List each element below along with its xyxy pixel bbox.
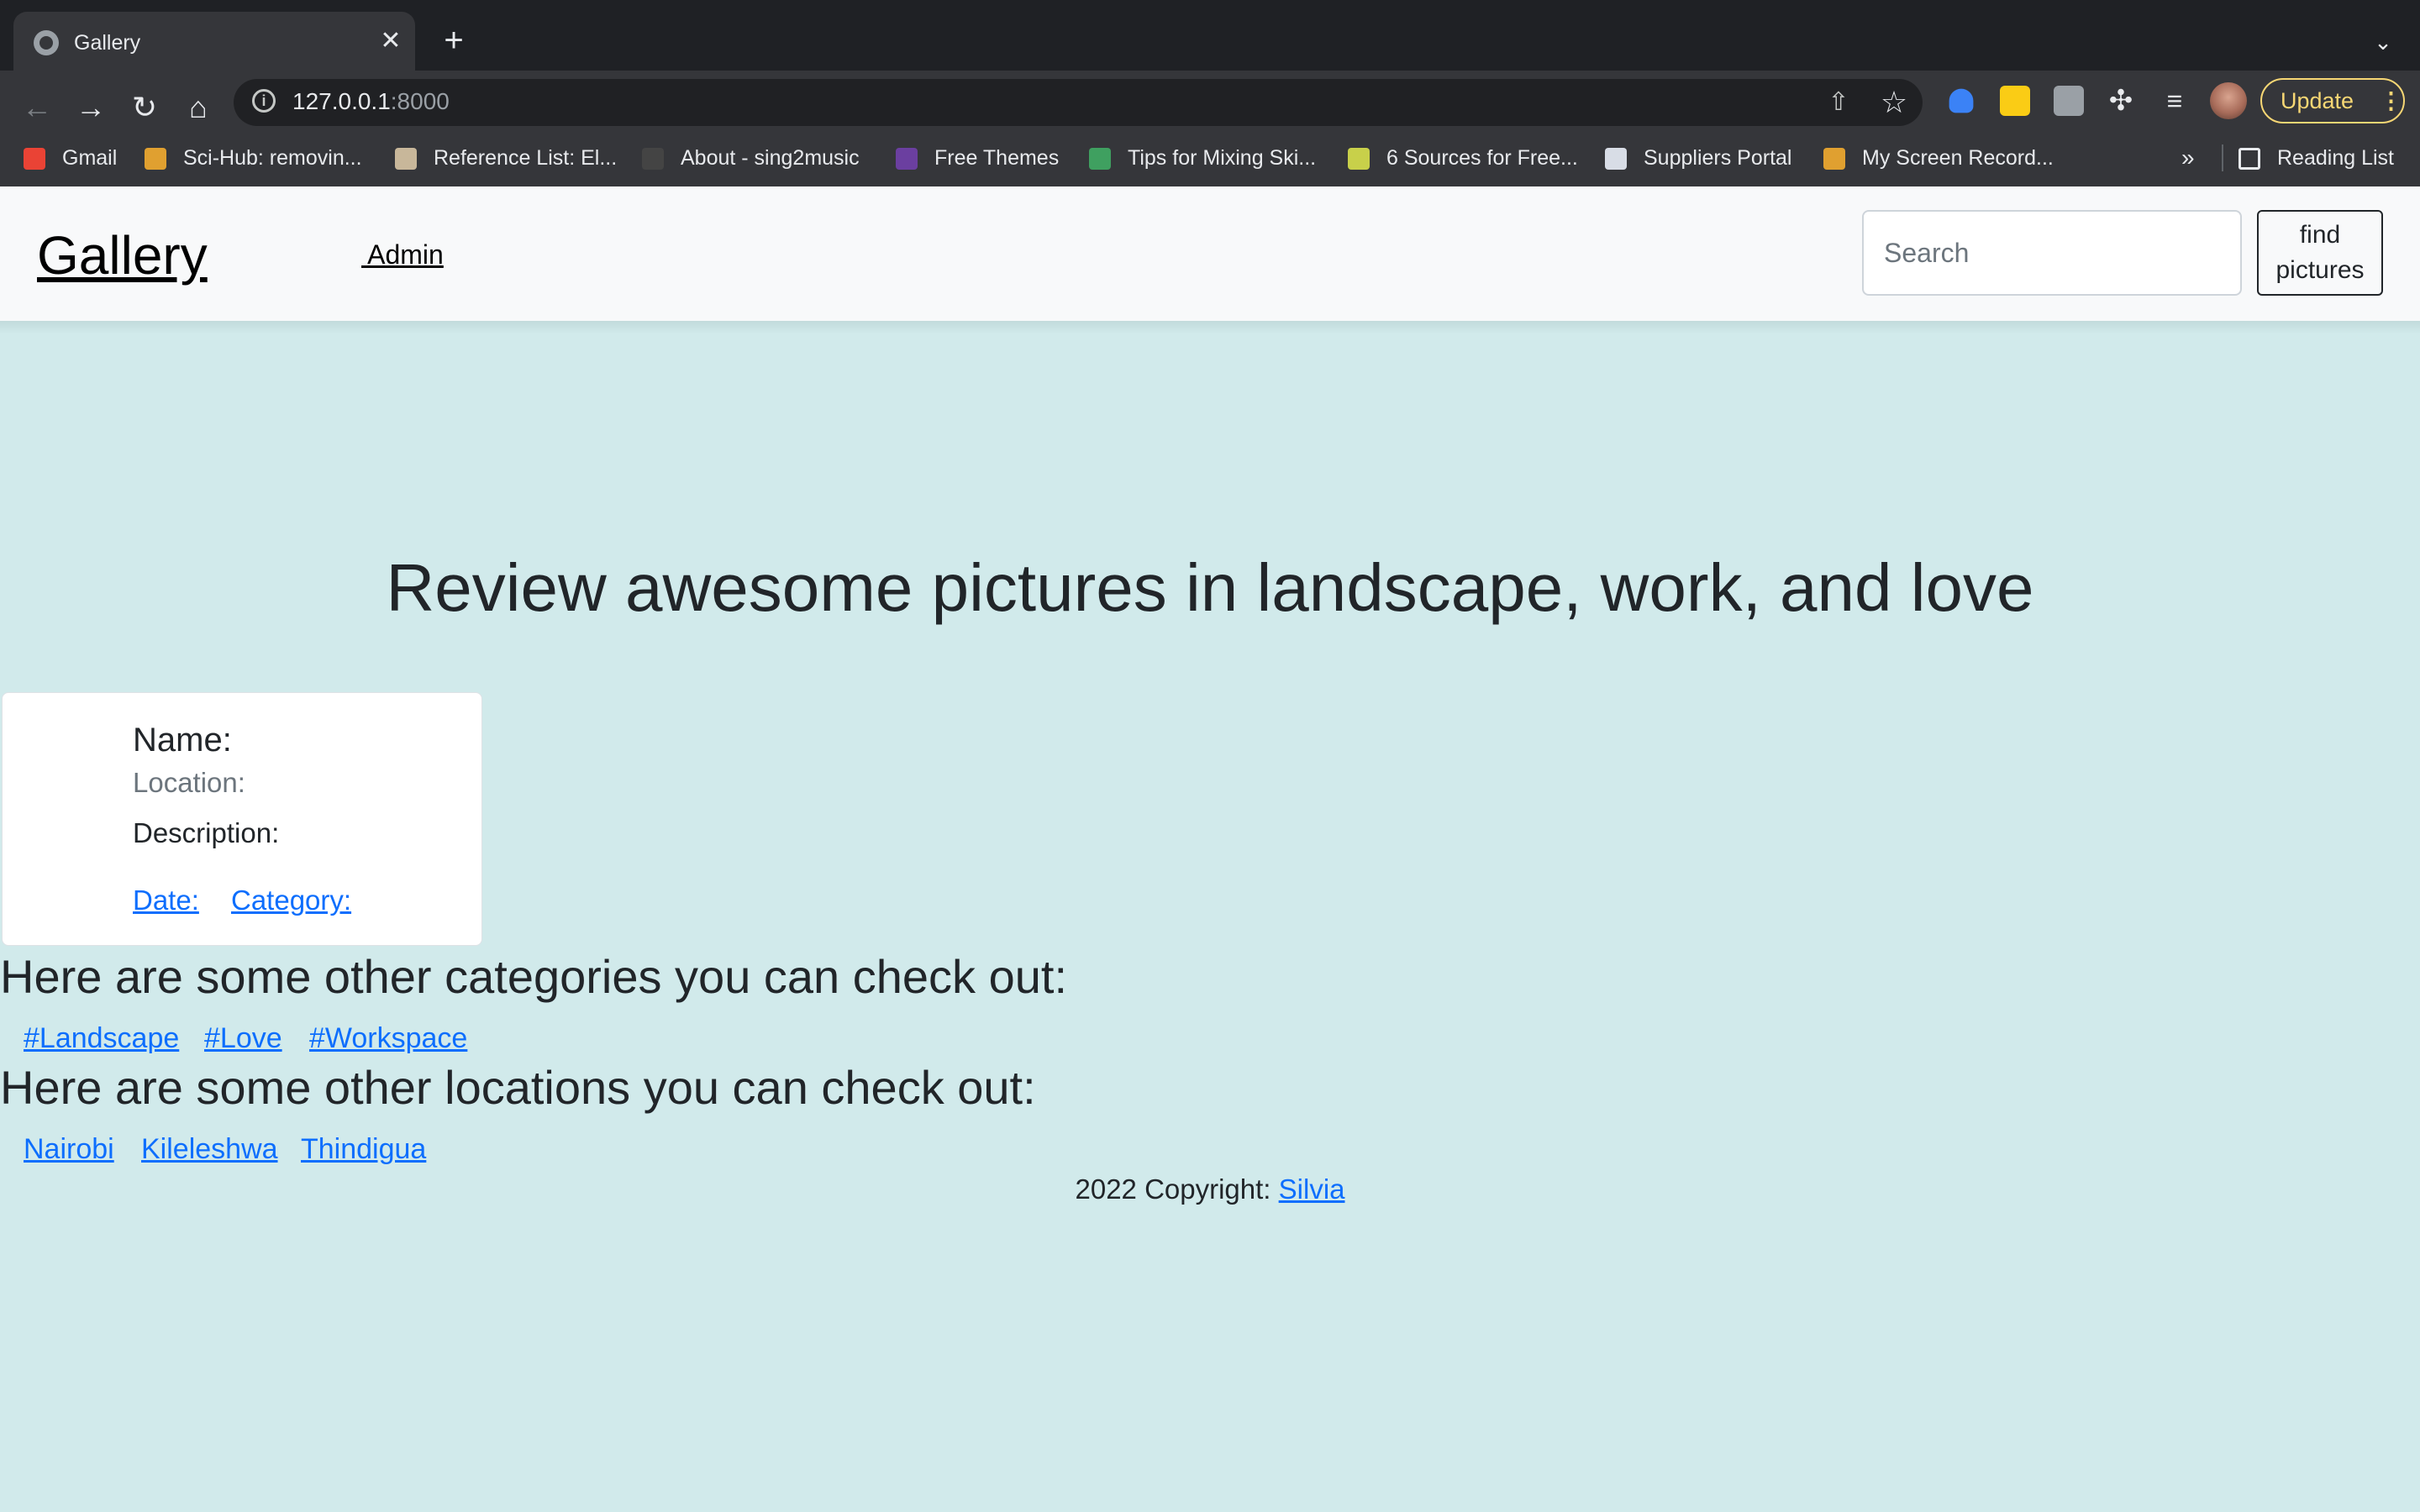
update-label: Update (2281, 88, 2354, 113)
share-icon[interactable]: ⇧ (1822, 86, 1855, 119)
bookmarks-divider (2222, 144, 2223, 171)
find-pictures-button[interactable]: find pictures (2257, 210, 2383, 296)
card-category-link[interactable]: Category: (231, 882, 351, 919)
media-control-icon[interactable]: ≡ (2156, 82, 2193, 119)
category-link-landscape[interactable]: #Landscape (24, 1020, 179, 1057)
url-host: 127.0.0.1 (292, 88, 391, 114)
bookmark-label: Suppliers Portal (1644, 146, 1792, 170)
info-icon[interactable]: i (252, 89, 276, 113)
hero-title: Review awesome pictures in landscape, wo… (386, 550, 2034, 625)
forward-arrow-icon[interactable]: → (67, 84, 114, 131)
tab-title: Gallery (74, 31, 141, 55)
category-link-love[interactable]: #Love (204, 1020, 282, 1057)
globe-icon (34, 30, 59, 55)
close-icon[interactable]: ✕ (375, 25, 407, 57)
back-arrow-icon[interactable]: ← (13, 84, 60, 131)
bookmark-label: About - sing2music (681, 146, 860, 170)
admin-link[interactable]: Admin (361, 237, 444, 272)
location-link-nairobi[interactable]: Nairobi (24, 1131, 114, 1168)
search-input[interactable] (1862, 210, 2242, 296)
address-bar[interactable] (234, 79, 1923, 126)
bookmarks-overflow-icon[interactable]: » (2181, 141, 2195, 175)
reading-list-label: Reading List (2277, 146, 2394, 170)
owl-icon (395, 148, 417, 170)
card-date-link[interactable]: Date: (133, 882, 199, 919)
footer-author-link[interactable]: Silvia (1279, 1173, 1345, 1205)
sing2music-icon (642, 148, 664, 170)
navbar-shadow (0, 321, 2420, 334)
category-link-workspace[interactable]: #Workspace (309, 1020, 467, 1057)
card-name-label: Name: (133, 722, 232, 759)
locations-heading: Here are some other locations you can ch… (0, 1061, 1036, 1114)
update-button[interactable]: Update ⋮ (2260, 78, 2405, 123)
chevron-down-icon[interactable]: ⌄ (2366, 25, 2400, 59)
url-text[interactable]: 127.0.0.1:8000 (292, 87, 450, 117)
scissors-icon (1089, 148, 1111, 170)
location-link-kileleshwa[interactable]: Kileleshwa (141, 1131, 278, 1168)
brand-link[interactable]: Gallery (37, 225, 208, 286)
extension-image-icon[interactable] (2000, 86, 2030, 116)
bookmark-label: Reference List: El... (434, 146, 618, 170)
scihub-icon (145, 148, 166, 170)
bookmark-label: Sci-Hub: removin... (183, 146, 362, 170)
gmail-icon (24, 148, 45, 170)
url-port: :8000 (390, 88, 450, 114)
extensions-puzzle-icon[interactable]: ✣ (2102, 82, 2139, 119)
profile-avatar[interactable] (2210, 82, 2247, 119)
new-tab-icon[interactable]: + (437, 24, 471, 57)
browser-tab[interactable]: Gallery ✕ (13, 12, 415, 71)
card-description-label: Description: (133, 817, 280, 848)
bookmark-label: 6 Sources for Free... (1386, 146, 1578, 170)
card-location-label: Location: (133, 767, 245, 798)
reading-list-icon (2238, 148, 2260, 170)
document-icon (1605, 148, 1627, 170)
categories-heading: Here are some other categories you can c… (0, 950, 1068, 1003)
extension-gray-icon[interactable] (2054, 86, 2084, 116)
extension-shield-icon[interactable] (1949, 88, 1974, 113)
location-link-thindigua[interactable]: Thindigua (301, 1131, 426, 1168)
home-icon[interactable]: ⌂ (175, 84, 222, 131)
bookmark-label: Free Themes (934, 146, 1060, 170)
screen-record-icon (1823, 148, 1845, 170)
bookmark-label: Tips for Mixing Ski... (1128, 146, 1317, 170)
bracket-icon (1348, 148, 1370, 170)
bookmark-star-icon[interactable]: ☆ (1876, 84, 1912, 121)
footer-text: 2022 Copyright: (1075, 1173, 1279, 1205)
bookmark-label: Gmail (62, 146, 118, 170)
footer: 2022 Copyright: Silvia (0, 1171, 2420, 1208)
reload-icon[interactable]: ↻ (121, 84, 168, 131)
bookmark-label: My Screen Record... (1862, 146, 2054, 170)
kebab-menu-icon[interactable]: ⋮ (2380, 80, 2402, 122)
colorlib-icon (896, 148, 918, 170)
